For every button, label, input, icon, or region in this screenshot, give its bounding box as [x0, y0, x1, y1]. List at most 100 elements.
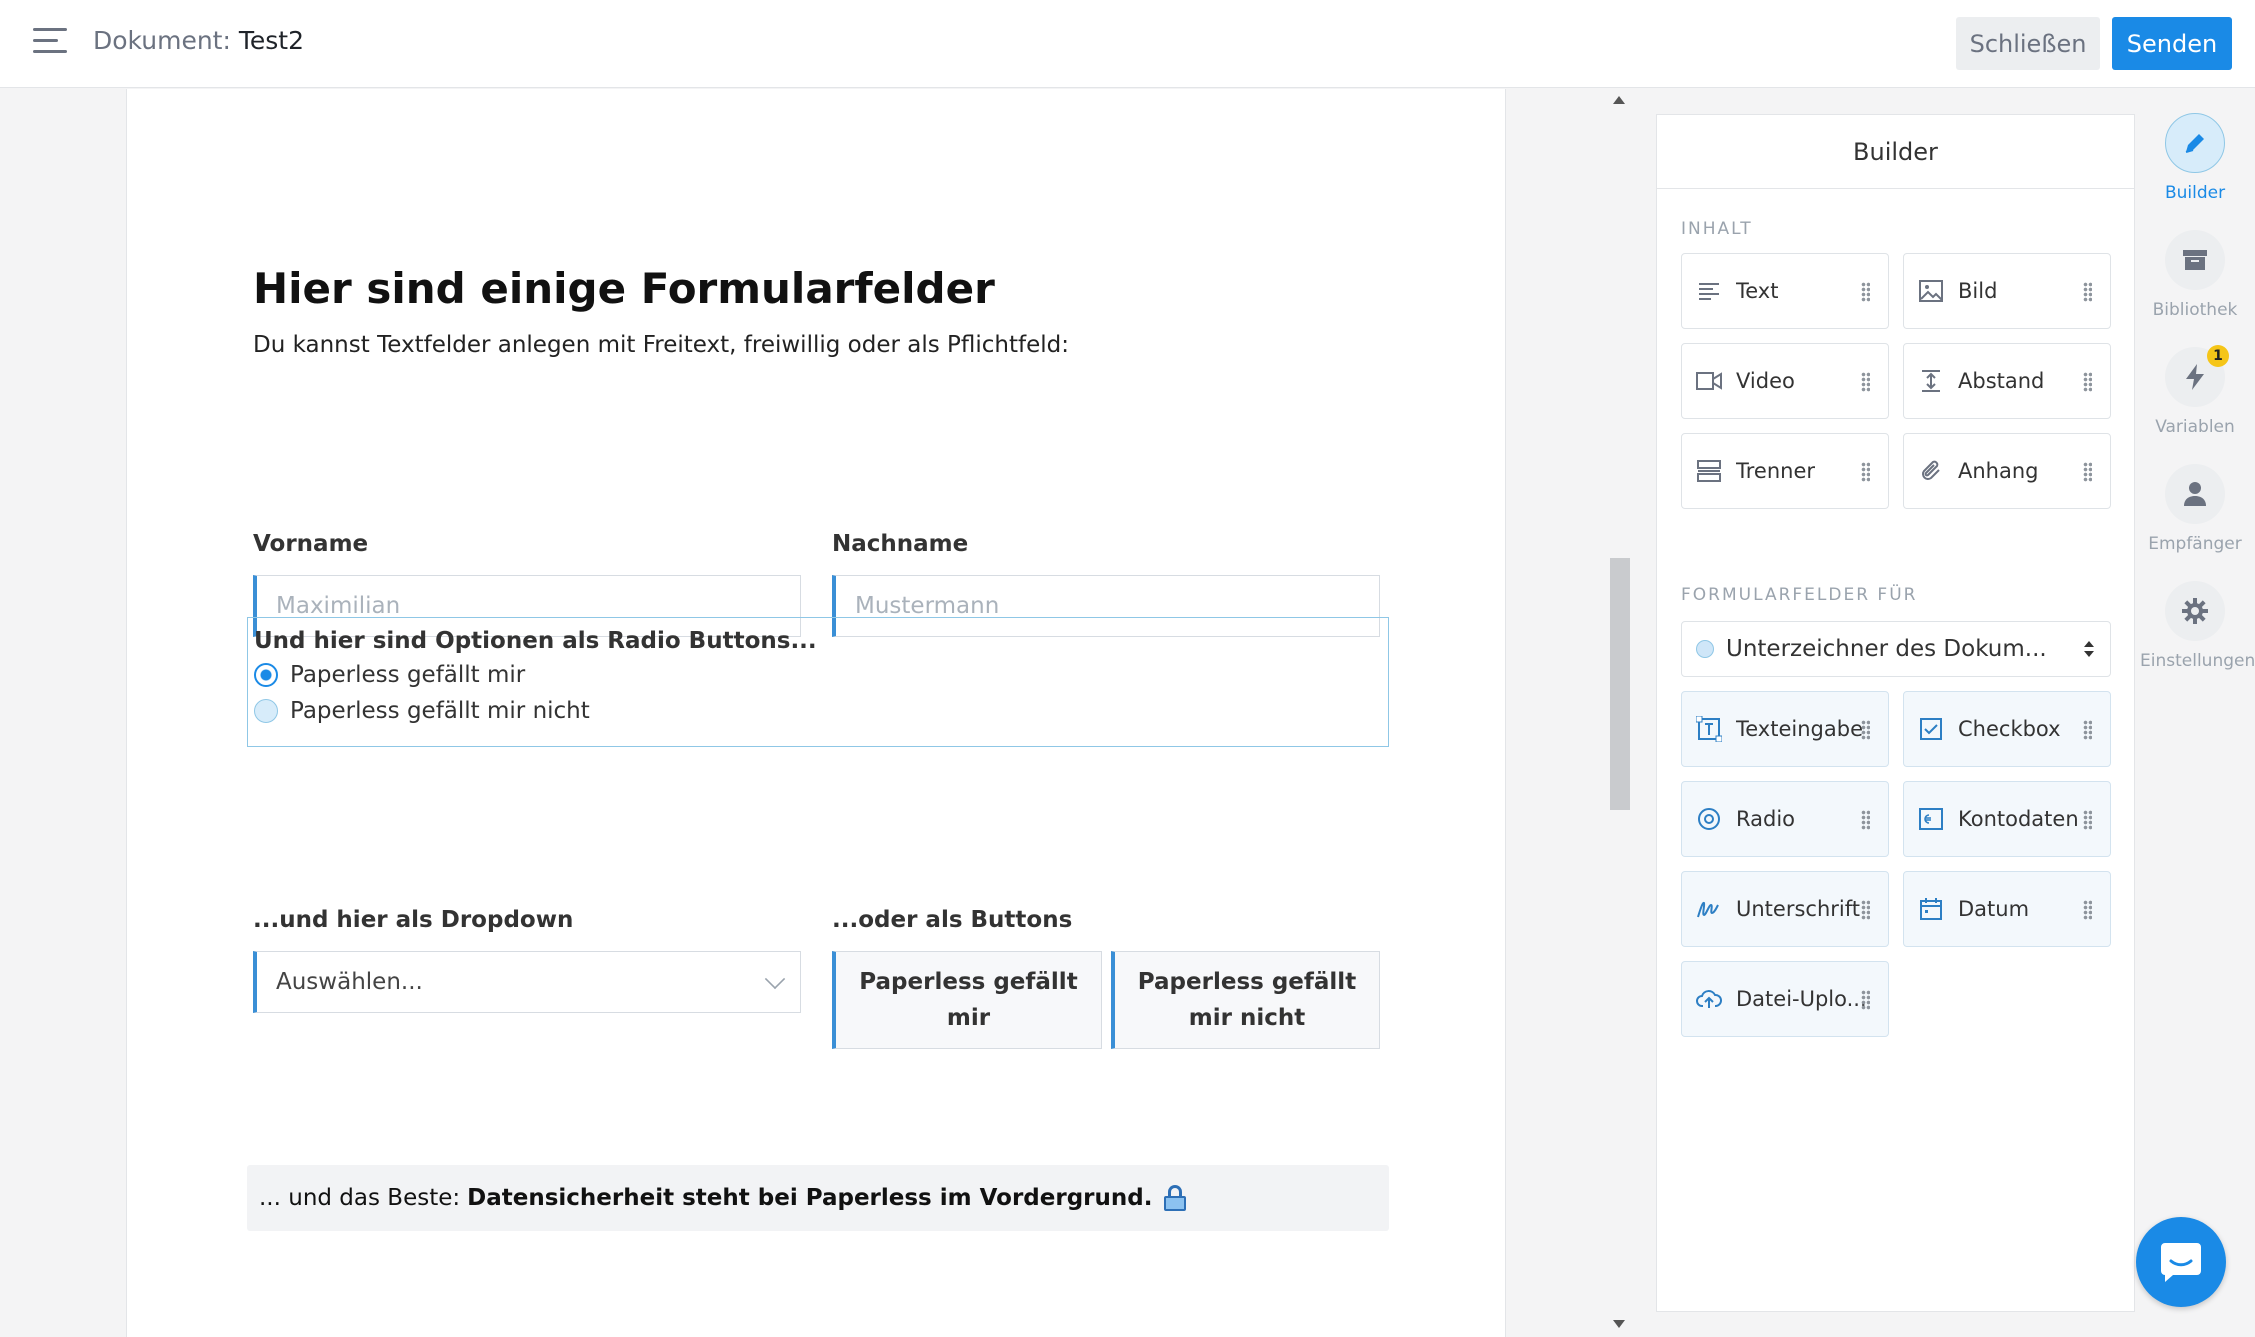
- drag-handle-icon[interactable]: [1861, 462, 1870, 482]
- scroll-up-arrow-icon[interactable]: [1613, 96, 1625, 104]
- tile-radio[interactable]: Radio: [1681, 781, 1889, 857]
- tile-text-input[interactable]: Texteingabe: [1681, 691, 1889, 767]
- builder-panel: Builder INHALT Text Bild Video Abstand T…: [1656, 114, 2135, 1312]
- tile-checkbox[interactable]: Checkbox: [1903, 691, 2111, 767]
- choice-dropdown[interactable]: Auswählen...: [253, 951, 801, 1013]
- document-title: Dokument: Test2: [93, 26, 304, 55]
- scrollbar-thumb[interactable]: [1610, 558, 1630, 810]
- tile-label: Unterschrift: [1736, 897, 1860, 921]
- chevron-down-icon: [764, 968, 786, 990]
- pencil-icon[interactable]: [2165, 113, 2225, 173]
- tile-text[interactable]: Text: [1681, 253, 1889, 329]
- radio-selected-icon[interactable]: [254, 663, 278, 687]
- rail-variables[interactable]: 1 Variablen: [2140, 345, 2250, 437]
- dropdown-value: Auswählen...: [276, 969, 423, 995]
- tile-label: Abstand: [1958, 369, 2045, 393]
- rail-library[interactable]: Bibliothek: [2140, 230, 2250, 320]
- first-name-label: Vorname: [253, 531, 369, 557]
- buttons-label: ...oder als Buttons: [832, 907, 1073, 933]
- document-name: Test2: [238, 26, 304, 55]
- drag-handle-icon[interactable]: [1861, 372, 1870, 392]
- tile-label: Text: [1736, 279, 1779, 303]
- archive-box-icon[interactable]: [2165, 230, 2225, 290]
- cloud-upload-icon: [1696, 986, 1722, 1012]
- radio-option-dislike[interactable]: Paperless gefällt mir nicht: [254, 698, 590, 724]
- signer-color-dot: [1696, 640, 1714, 658]
- tile-label: Checkbox: [1958, 717, 2061, 741]
- tile-bank-details[interactable]: Kontodaten: [1903, 781, 2111, 857]
- tile-spacing[interactable]: Abstand: [1903, 343, 2111, 419]
- tile-label: Kontodaten: [1958, 807, 2079, 831]
- select-arrows-icon: [2084, 641, 2094, 659]
- drag-handle-icon[interactable]: [2083, 810, 2092, 830]
- document-label: Dokument:: [93, 26, 231, 55]
- builder-panel-title: Builder: [1657, 115, 2134, 189]
- rail-label: Variablen: [2155, 417, 2235, 437]
- drag-handle-icon[interactable]: [1861, 810, 1870, 830]
- tile-date[interactable]: Datum: [1903, 871, 2111, 947]
- lock-icon: [1164, 1185, 1187, 1211]
- drag-handle-icon[interactable]: [1861, 990, 1870, 1010]
- rail-builder[interactable]: Builder: [2140, 113, 2250, 203]
- divider-icon: [1696, 458, 1722, 484]
- drag-handle-icon[interactable]: [2083, 372, 2092, 392]
- tile-image[interactable]: Bild: [1903, 253, 2111, 329]
- last-name-label: Nachname: [832, 531, 969, 557]
- rail-label: Einstellungen: [2140, 651, 2255, 671]
- tile-attachment[interactable]: Anhang: [1903, 433, 2111, 509]
- drag-handle-icon[interactable]: [2083, 900, 2092, 920]
- video-icon: [1696, 368, 1722, 394]
- rail-label: Builder: [2164, 183, 2226, 203]
- radio-option-like[interactable]: Paperless gefällt mir: [254, 662, 525, 688]
- text-align-icon: [1696, 278, 1722, 304]
- signer-select[interactable]: Unterzeichner des Dokum...: [1681, 621, 2111, 677]
- rail-label: Empfänger: [2148, 534, 2242, 554]
- close-button[interactable]: Schließen: [1956, 17, 2100, 70]
- text-input-icon: [1696, 716, 1722, 742]
- info-prefix: ... und das Beste:: [259, 1185, 461, 1211]
- send-button[interactable]: Senden: [2112, 17, 2232, 70]
- calendar-icon: [1918, 896, 1944, 922]
- drag-handle-icon[interactable]: [1861, 282, 1870, 302]
- security-info-box: ... und das Beste: Datensicherheit steht…: [247, 1165, 1389, 1231]
- tile-video[interactable]: Video: [1681, 343, 1889, 419]
- info-bold: Datensicherheit steht bei Paperless im V…: [467, 1185, 1153, 1211]
- image-icon: [1918, 278, 1944, 304]
- tile-file-upload[interactable]: Datei-Uplo...: [1681, 961, 1889, 1037]
- signature-icon: [1696, 896, 1722, 922]
- choice-button-dislike[interactable]: Paperless gefällt mir nicht: [1111, 951, 1380, 1049]
- tile-label: Trenner: [1736, 459, 1816, 483]
- tile-label: Datei-Uplo...: [1736, 987, 1867, 1011]
- rail-settings[interactable]: Einstellungen: [2140, 581, 2255, 671]
- person-icon[interactable]: [2165, 464, 2225, 524]
- radio-option-label: Paperless gefällt mir: [290, 662, 526, 688]
- drag-handle-icon[interactable]: [2083, 282, 2092, 302]
- document-canvas: Hier sind einige Formularfelder Du kanns…: [126, 89, 1506, 1337]
- scroll-down-arrow-icon[interactable]: [1613, 1320, 1625, 1328]
- document-subtext: Du kannst Textfelder anlegen mit Freitex…: [253, 332, 1069, 358]
- rail-recipients[interactable]: Empfänger: [2140, 464, 2250, 554]
- gear-icon[interactable]: [2165, 581, 2225, 641]
- spacing-icon: [1918, 368, 1944, 394]
- radio-icon: [1696, 806, 1722, 832]
- drag-handle-icon[interactable]: [2083, 462, 2092, 482]
- radio-unselected-icon[interactable]: [254, 699, 278, 723]
- tile-label: Datum: [1958, 897, 2030, 921]
- dropdown-label: ...und hier als Dropdown: [253, 907, 574, 933]
- tile-label: Anhang: [1958, 459, 2039, 483]
- drag-handle-icon[interactable]: [2083, 720, 2092, 740]
- hamburger-menu-icon[interactable]: [33, 28, 67, 58]
- document-heading: Hier sind einige Formularfelder: [253, 264, 995, 313]
- top-bar: Dokument: Test2 Schließen Senden: [0, 0, 2255, 88]
- choice-button-like[interactable]: Paperless gefällt mir: [832, 951, 1102, 1049]
- chat-support-button[interactable]: [2136, 1217, 2226, 1307]
- drag-handle-icon[interactable]: [1861, 720, 1870, 740]
- drag-handle-icon[interactable]: [1861, 900, 1870, 920]
- paperclip-icon: [1918, 458, 1944, 484]
- form-section-label: FORMULARFELDER FÜR: [1681, 585, 1918, 605]
- tile-signature[interactable]: Unterschrift: [1681, 871, 1889, 947]
- tile-label: Texteingabe: [1736, 717, 1863, 741]
- tile-divider[interactable]: Trenner: [1681, 433, 1889, 509]
- lightning-icon[interactable]: 1: [2165, 345, 2229, 407]
- radio-group-title: Und hier sind Optionen als Radio Buttons…: [254, 628, 817, 654]
